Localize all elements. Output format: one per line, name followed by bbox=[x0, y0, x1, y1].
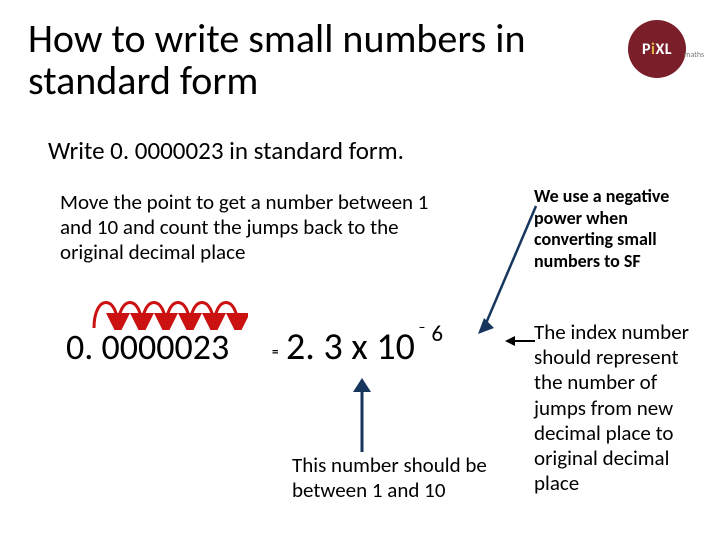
instruction-text: Move the point to get a number between 1… bbox=[60, 190, 460, 266]
result-base: 2. 3 x 10 bbox=[286, 324, 415, 370]
pixl-logo: + % ÷ ½ PiXL maths bbox=[628, 20, 706, 80]
range-note: This number should be between 1 and 10 bbox=[292, 453, 492, 503]
question-text: Write 0. 0000023 in standard form. bbox=[48, 135, 404, 166]
logo-circle: PiXL bbox=[628, 20, 686, 78]
standard-form-result: 2. 3 x 10⁻ 6 bbox=[286, 320, 443, 370]
negative-power-note: We use a negative power when converting … bbox=[534, 186, 704, 272]
up-arrow-icon bbox=[350, 378, 374, 452]
result-exponent: ⁻ 6 bbox=[418, 320, 443, 348]
left-arrow-icon bbox=[505, 334, 535, 348]
jump-arrows-icon bbox=[78, 280, 248, 330]
original-number: 0. 0000023 bbox=[66, 325, 229, 369]
logo-text: PiXL bbox=[642, 40, 672, 59]
diagonal-arrow-icon bbox=[478, 204, 538, 334]
equals-sign: = bbox=[272, 345, 278, 360]
index-number-note: The index number should represent the nu… bbox=[534, 320, 709, 496]
slide-title: How to write small numbers in standard f… bbox=[28, 18, 588, 102]
logo-sublabel: maths bbox=[684, 50, 704, 60]
